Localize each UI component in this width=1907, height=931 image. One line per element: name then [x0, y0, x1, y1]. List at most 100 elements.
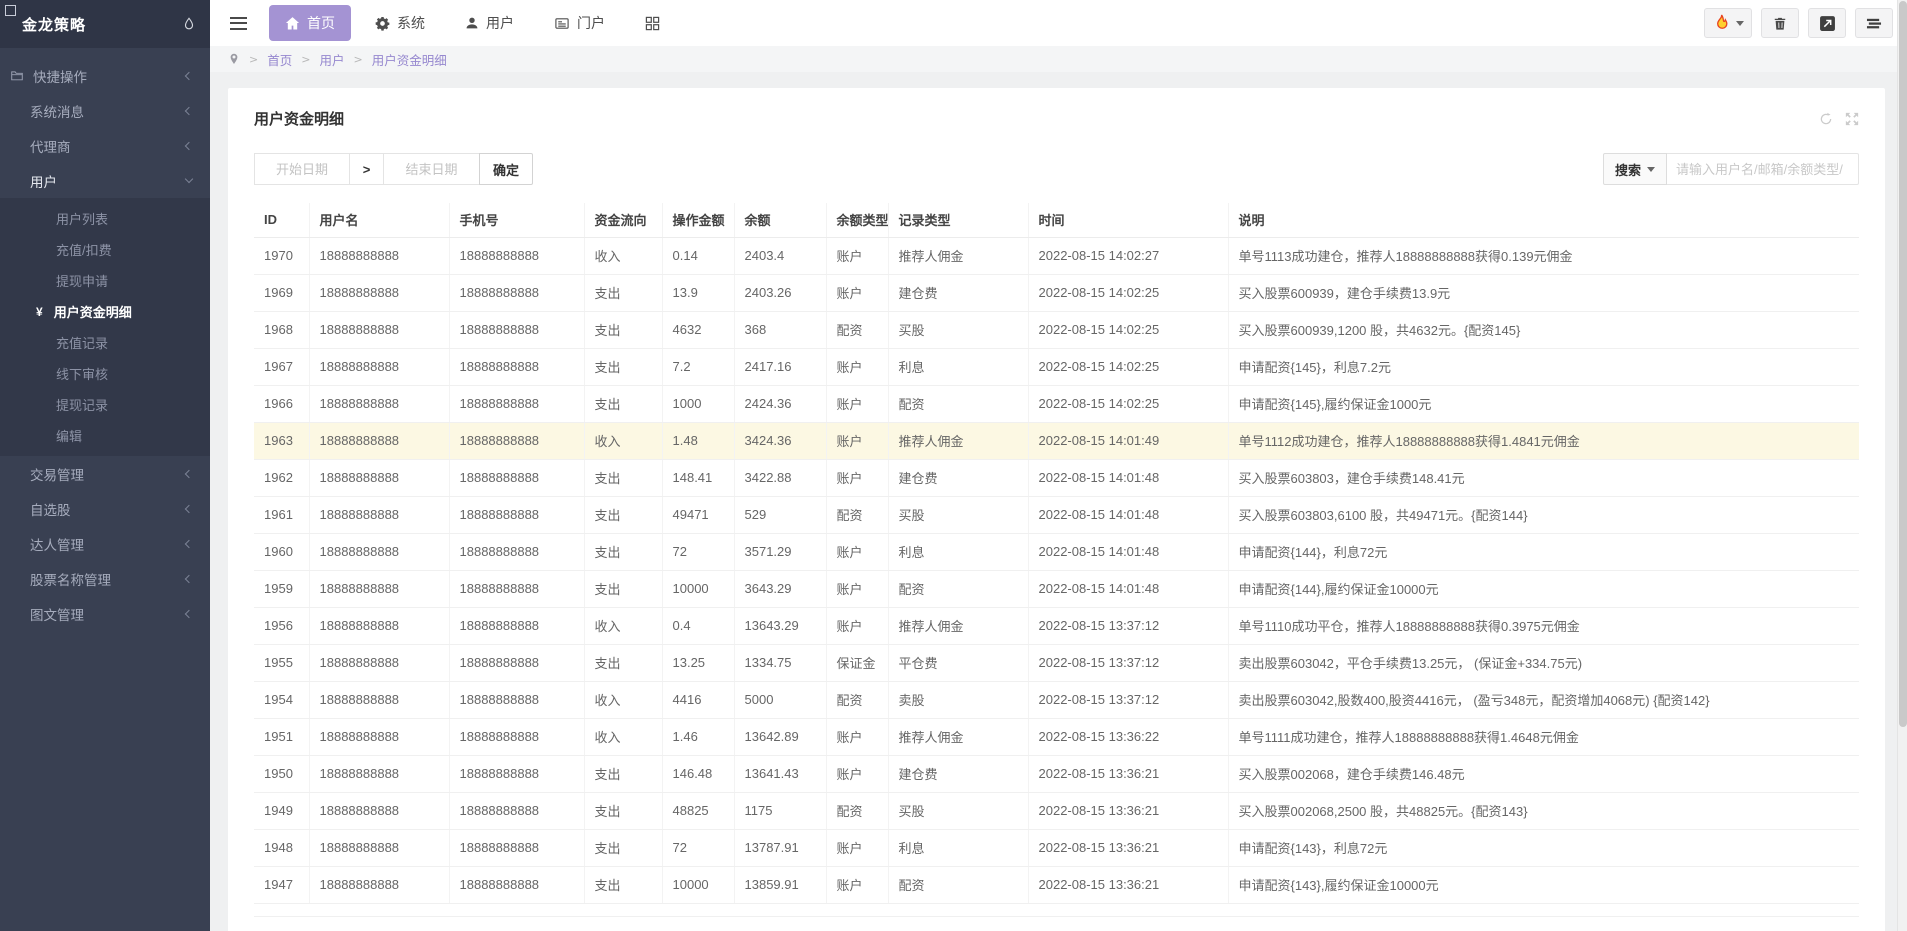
- table-cell: 1970: [254, 237, 309, 274]
- breadcrumb-link-1[interactable]: 用户: [319, 50, 344, 69]
- submenu-item-label: 线下审核: [56, 364, 108, 383]
- table-cell: 支出: [584, 311, 662, 348]
- table-cell: 1175: [734, 792, 826, 829]
- submenu-item-0[interactable]: 用户列表: [0, 203, 210, 234]
- search-input[interactable]: [1667, 153, 1859, 185]
- table-cell: 利息: [888, 829, 1028, 866]
- panel-header: 用户资金明细: [228, 88, 1885, 141]
- hamburger-menu-icon[interactable]: [230, 17, 247, 30]
- list-button[interactable]: [1855, 8, 1893, 38]
- table-cell: 1950: [254, 755, 309, 792]
- submenu-item-4[interactable]: 充值记录: [0, 327, 210, 358]
- table-cell: 推荐人佣金: [888, 607, 1028, 644]
- table-cell: 0.4: [662, 607, 734, 644]
- funds-table: ID用户名手机号资金流向操作金额余额余额类型记录类型时间说明 197018888…: [254, 203, 1859, 904]
- table-cell: 1960: [254, 533, 309, 570]
- tab-系统[interactable]: 系统: [359, 5, 441, 41]
- table-cell: 18888888888: [309, 533, 449, 570]
- chevron-left-icon: [185, 539, 193, 547]
- table-cell: 申请配资{144},履约保证金10000元: [1228, 570, 1859, 607]
- sidebar-item-2[interactable]: 代理商: [0, 128, 210, 163]
- sidebar-menu: 快捷操作系统消息代理商用户用户列表充值/扣费提现申请¥用户资金明细充值记录线下审…: [0, 48, 210, 631]
- gear-icon: [375, 16, 390, 31]
- vertical-scrollbar[interactable]: [1897, 0, 1907, 931]
- sidebar-item-0[interactable]: 快捷操作: [0, 58, 210, 93]
- table-cell: 支出: [584, 348, 662, 385]
- scrollbar-thumb[interactable]: [1899, 1, 1907, 727]
- sidebar-item-3[interactable]: 用户: [0, 163, 210, 198]
- sidebar-item-1[interactable]: 系统消息: [0, 93, 210, 128]
- table-cell: 1967: [254, 348, 309, 385]
- table-cell: 3424.36: [734, 422, 826, 459]
- sidebar-item-8[interactable]: 图文管理: [0, 596, 210, 631]
- table-header-cell: 说明: [1228, 203, 1859, 237]
- submenu-item-3[interactable]: ¥用户资金明细: [0, 296, 210, 327]
- flame-button[interactable]: [1704, 8, 1752, 38]
- table-cell: 支出: [584, 755, 662, 792]
- sidebar-item-label: 达人管理: [30, 534, 84, 554]
- table-cell: 2022-08-15 13:36:21: [1028, 792, 1228, 829]
- table-cell: 推荐人佣金: [888, 422, 1028, 459]
- sidebar-item-7[interactable]: 股票名称管理: [0, 561, 210, 596]
- submenu-item-5[interactable]: 线下审核: [0, 358, 210, 389]
- table-cell: 利息: [888, 533, 1028, 570]
- table-row: 19541888888888818888888888收入44165000配资卖股…: [254, 681, 1859, 718]
- table-row: 19631888888888818888888888收入1.483424.36账…: [254, 422, 1859, 459]
- table-cell: 146.48: [662, 755, 734, 792]
- submenu-item-6[interactable]: 提现记录: [0, 389, 210, 420]
- user-icon: [465, 16, 479, 30]
- table-cell: 3643.29: [734, 570, 826, 607]
- table-cell: 买入股票600939，建仓手续费13.9元: [1228, 274, 1859, 311]
- tab-首页[interactable]: 首页: [269, 5, 351, 41]
- table-row: 19671888888888818888888888支出7.22417.16账户…: [254, 348, 1859, 385]
- search-dropdown-button[interactable]: 搜索: [1603, 153, 1667, 185]
- table-cell: 买入股票002068，建仓手续费146.48元: [1228, 755, 1859, 792]
- table-cell: 支出: [584, 644, 662, 681]
- table-cell: 配资: [888, 385, 1028, 422]
- sidebar-item-label: 用户: [30, 171, 57, 191]
- table-cell: 18888888888: [309, 607, 449, 644]
- table-cell: 7.2: [662, 348, 734, 385]
- start-date-input[interactable]: [254, 153, 350, 185]
- app-logo: 金龙策略: [22, 14, 86, 35]
- trash-button[interactable]: [1761, 8, 1799, 38]
- submenu-item-1[interactable]: 充值/扣费: [0, 234, 210, 265]
- table-row: 19621888888888818888888888支出148.413422.8…: [254, 459, 1859, 496]
- table-cell: 2022-08-15 14:01:49: [1028, 422, 1228, 459]
- breadcrumb: >首页>用户>用户资金明细: [210, 46, 1907, 72]
- caret-down-icon: [1647, 167, 1655, 172]
- tab-用户[interactable]: 用户: [449, 5, 530, 41]
- table-cell: 18888888888: [449, 459, 584, 496]
- top-navbar: 首页系统用户门户: [210, 0, 1907, 46]
- table-cell: 收入: [584, 681, 662, 718]
- submenu-item-7[interactable]: 编辑: [0, 420, 210, 451]
- table-cell: 13641.43: [734, 755, 826, 792]
- chevron-left-icon: [185, 504, 193, 512]
- table-header-cell: ID: [254, 203, 309, 237]
- table-cell: 账户: [826, 385, 888, 422]
- expand-button[interactable]: [1808, 8, 1846, 38]
- sidebar-item-label: 图文管理: [30, 604, 84, 624]
- breadcrumb-link-0[interactable]: 首页: [267, 50, 292, 69]
- sidebar-item-4[interactable]: 交易管理: [0, 456, 210, 491]
- tab-grid[interactable]: [629, 5, 676, 41]
- page-title: 用户资金明细: [254, 108, 344, 129]
- table-cell: 13.9: [662, 274, 734, 311]
- end-date-input[interactable]: [384, 153, 480, 185]
- submenu-item-2[interactable]: 提现申请: [0, 265, 210, 296]
- sidebar-item-5[interactable]: 自选股: [0, 491, 210, 526]
- table-cell: 1969: [254, 274, 309, 311]
- chevron-left-icon: [185, 574, 193, 582]
- refresh-icon[interactable]: [1819, 112, 1833, 126]
- fullscreen-icon[interactable]: [1845, 112, 1859, 126]
- breadcrumb-link-2[interactable]: 用户资金明细: [372, 50, 447, 69]
- sidebar-item-6[interactable]: 达人管理: [0, 526, 210, 561]
- table-row: 19691888888888818888888888支出13.92403.26账…: [254, 274, 1859, 311]
- table-row: 19611888888888818888888888支出49471529配资买股…: [254, 496, 1859, 533]
- table-cell: 2022-08-15 14:01:48: [1028, 533, 1228, 570]
- table-cell: 1.48: [662, 422, 734, 459]
- confirm-button[interactable]: 确定: [479, 153, 533, 185]
- tab-门户[interactable]: 门户: [538, 5, 621, 41]
- table-cell: 18888888888: [449, 237, 584, 274]
- table-cell: 建仓费: [888, 459, 1028, 496]
